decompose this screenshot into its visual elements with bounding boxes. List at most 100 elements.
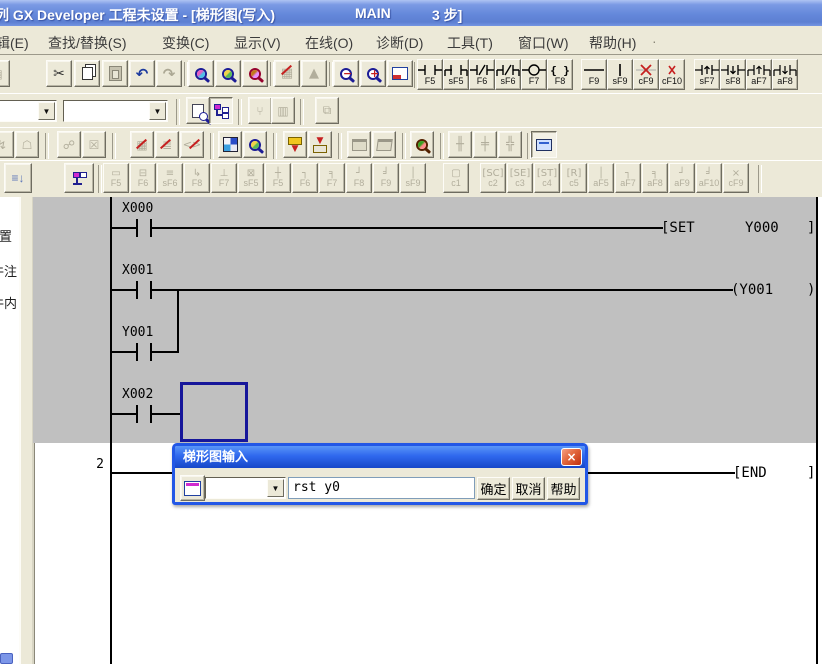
sfc-symbol-button[interactable]: ⊥ F7	[211, 163, 237, 193]
list-search-button[interactable]	[243, 131, 267, 158]
sfc-symbol-button[interactable]: ▢ c1	[443, 163, 469, 193]
label-edit-button[interactable]: ☖	[15, 131, 39, 158]
coil-button[interactable]: F7	[521, 59, 547, 90]
device-test-button[interactable]: ☍	[57, 131, 81, 158]
sampling-trace-button[interactable]: ☒	[82, 131, 106, 158]
ladder-edit-button[interactable]: ▦	[274, 60, 300, 87]
delete-vertical-line-button[interactable]: cF10	[659, 59, 685, 90]
menu-view[interactable]: 显示(V)	[234, 33, 281, 53]
sfc-symbol-button[interactable]: ┘ aF9	[669, 163, 695, 193]
zoom-out-button[interactable]: −	[333, 60, 359, 87]
cross-reference-button[interactable]	[218, 131, 242, 158]
find-device-button[interactable]	[215, 60, 241, 87]
sfc-symbol-button[interactable]: ⊠ sF5	[238, 163, 264, 193]
clock-setting-button[interactable]: ╬	[498, 131, 522, 158]
find-instruction-button[interactable]	[242, 60, 268, 87]
menu-online[interactable]: 在线(O)	[305, 33, 353, 53]
rising-pulse-button[interactable]: sF7	[694, 59, 720, 90]
paste-button[interactable]	[102, 60, 128, 87]
sfc-symbol-button[interactable]: │ sF9	[400, 163, 426, 193]
symbol-combo[interactable]: ▼	[205, 477, 286, 499]
sfc-symbol-button[interactable]: ┼ F5	[265, 163, 291, 193]
cut-button[interactable]: ✂	[46, 60, 72, 87]
chevron-down-icon[interactable]: ▼	[149, 102, 166, 120]
sfc-symbol-button[interactable]: ╕ F7	[319, 163, 345, 193]
sfc-symbol-button[interactable]: ╛ aF10	[696, 163, 722, 193]
menu-find-replace[interactable]: 查找/替换(S)	[48, 33, 127, 53]
symbol-select-button[interactable]	[180, 475, 205, 501]
ok-button[interactable]: 确定	[477, 477, 510, 500]
tool-partial-button[interactable]: ↯	[0, 131, 14, 158]
menu-edit[interactable]: 辑(E)	[0, 33, 29, 53]
chevron-down-icon[interactable]: ▼	[38, 102, 55, 120]
program-select-combo[interactable]: ▼	[0, 100, 57, 122]
device-batch-button[interactable]: <>	[180, 131, 204, 158]
sfc-symbol-button[interactable]: │ aF5	[588, 163, 614, 193]
parallel-closed-contact-button[interactable]: sF6	[495, 59, 521, 90]
sfc-symbol-button[interactable]: ≡ sF6	[157, 163, 183, 193]
parallel-falling-pulse-button[interactable]: aF8	[772, 59, 798, 90]
parameter-button[interactable]: ⑂	[248, 97, 272, 124]
tile-windows-button[interactable]	[372, 131, 396, 158]
monitor-mode-button[interactable]	[531, 131, 557, 158]
online-program-change-button[interactable]: ▦	[130, 131, 154, 158]
monitor-write-button[interactable]: ≣	[155, 131, 179, 158]
sfc-symbol-button[interactable]: [ST] c4	[534, 163, 560, 193]
copy-button[interactable]	[74, 60, 100, 87]
dialog-title-bar[interactable]: 梯形图输入	[175, 446, 585, 468]
menu-convert[interactable]: 变换(C)	[162, 33, 209, 53]
sfc-symbol-button[interactable]: [SC] c2	[480, 163, 506, 193]
project-find-button[interactable]	[186, 97, 210, 124]
sfc-sort-button[interactable]: ≡↓	[4, 163, 32, 193]
project-data-list-button[interactable]	[209, 97, 233, 124]
help-button[interactable]: 帮助	[547, 477, 580, 500]
monitor-test-button[interactable]: ▲	[301, 60, 327, 87]
undo-button[interactable]: ↶	[129, 60, 155, 87]
sfc-symbol-button[interactable]: [SE] c3	[507, 163, 533, 193]
sfc-symbol-button[interactable]: ⊟ F6	[130, 163, 156, 193]
open-contact-button[interactable]: F5	[417, 59, 443, 90]
parallel-rising-pulse-button[interactable]: aF7	[746, 59, 772, 90]
gx-developer-window: { "title_bar": { "title_left": "列 GX Dev…	[0, 0, 822, 664]
macro-button[interactable]: ⧉	[315, 97, 339, 124]
sfc-symbol-button[interactable]: ╕ aF8	[642, 163, 668, 193]
zoom-in-button[interactable]: +	[360, 60, 386, 87]
menu-help[interactable]: 帮助(H)	[589, 33, 636, 53]
delete-horizontal-line-button[interactable]: cF9	[633, 59, 659, 90]
menu-tools[interactable]: 工具(T)	[447, 33, 493, 53]
chevron-down-icon[interactable]: ▼	[267, 479, 284, 497]
horizontal-line-button[interactable]: F9	[581, 59, 607, 90]
sfc-symbol-button[interactable]: × cF9	[723, 163, 749, 193]
block-list-button[interactable]	[64, 163, 94, 193]
sfc-symbol-button[interactable]: ▭ F5	[103, 163, 129, 193]
sfc-symbol-button[interactable]: ┐ F6	[292, 163, 318, 193]
write-to-plc-button[interactable]: ▼	[283, 131, 307, 158]
redo-button[interactable]: ↷	[156, 60, 182, 87]
read-from-plc-button[interactable]: ▼	[308, 131, 332, 158]
parallel-open-contact-button[interactable]: sF5	[443, 59, 469, 90]
menu-window[interactable]: 窗口(W)	[518, 33, 569, 53]
ladder-edit-cursor[interactable]	[180, 382, 248, 442]
entry-monitor-button[interactable]	[410, 131, 434, 158]
find-program-button[interactable]	[188, 60, 214, 87]
cascade-windows-button[interactable]	[347, 131, 371, 158]
print-button[interactable]: ▤	[0, 60, 10, 87]
menu-diagnostics[interactable]: 诊断(D)	[376, 33, 423, 53]
instruction-input[interactable]: rst y0	[288, 477, 475, 499]
sfc-symbol-button[interactable]: [R] c5	[561, 163, 587, 193]
application-instruction-button[interactable]: { } F8	[547, 59, 573, 90]
sfc-symbol-button[interactable]: ╛ F9	[373, 163, 399, 193]
sfc-symbol-button[interactable]: ↳ F8	[184, 163, 210, 193]
scan-time-button[interactable]: ╫	[448, 131, 472, 158]
remote-operation-button[interactable]: ╪	[473, 131, 497, 158]
device-select-combo[interactable]: ▼	[63, 100, 168, 122]
cancel-button[interactable]: 取消	[512, 477, 545, 500]
vertical-line-button[interactable]: sF9	[607, 59, 633, 90]
sfc-symbol-button[interactable]: ┘ F8	[346, 163, 372, 193]
comment-edit-button[interactable]: ▥	[271, 97, 295, 124]
dialog-close-button[interactable]: ×	[561, 448, 582, 466]
sfc-symbol-button[interactable]: ┐ aF7	[615, 163, 641, 193]
closed-contact-button[interactable]: F6	[469, 59, 495, 90]
screen-split-button[interactable]	[387, 60, 413, 87]
falling-pulse-button[interactable]: sF8	[720, 59, 746, 90]
